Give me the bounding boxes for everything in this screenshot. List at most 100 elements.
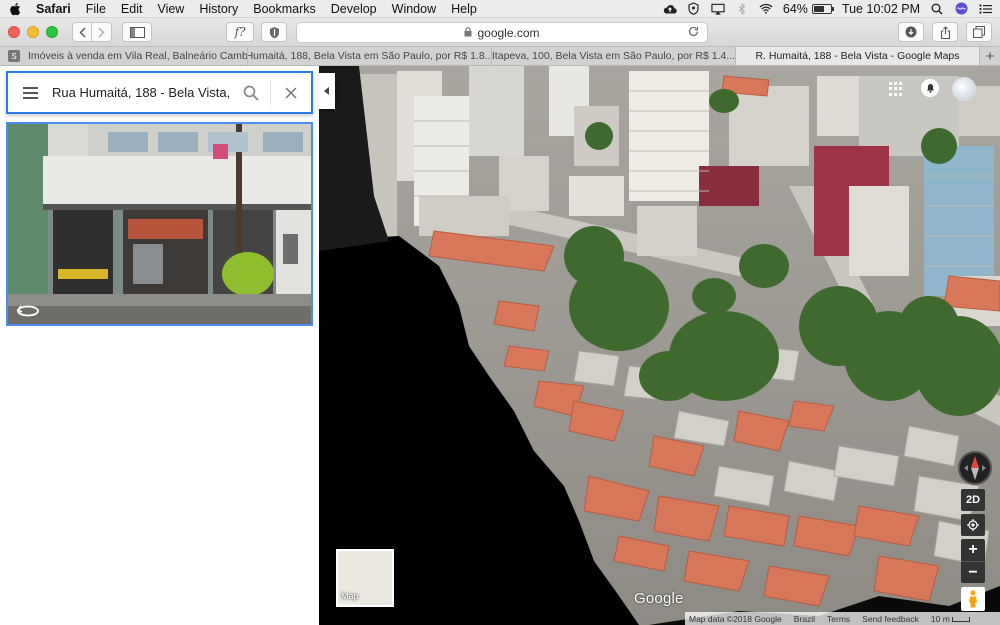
scale-indicator[interactable]: 10 m	[930, 613, 971, 624]
apple-icon[interactable]	[8, 2, 22, 16]
send-feedback-link[interactable]: Send feedback	[862, 614, 919, 624]
scale-bar	[952, 616, 971, 622]
street-view-thumbnail[interactable]	[6, 122, 313, 326]
toolbar-right-buttons	[898, 22, 992, 42]
notification-center-icon[interactable]	[978, 3, 992, 15]
address-bar[interactable]: google.com	[296, 22, 708, 43]
bluetooth-icon[interactable]	[735, 2, 749, 15]
side-panel: Rua Humaitá, 188 - Bela Vista, São	[0, 66, 319, 625]
address-text: google.com	[477, 25, 540, 40]
battery-icon	[811, 3, 834, 14]
favicon-s-icon: S	[8, 50, 20, 62]
menu-bar: Safari File Edit View History Bookmarks …	[0, 0, 1000, 18]
crosshair-icon	[967, 519, 979, 531]
notifications-button[interactable]	[921, 79, 939, 97]
toggle-2d-button[interactable]: 2D	[961, 489, 985, 511]
search-button[interactable]	[232, 73, 270, 112]
clear-search-button[interactable]	[271, 73, 311, 112]
pegman-icon	[969, 590, 977, 608]
menu-help[interactable]: Help	[451, 2, 477, 16]
menu-edit[interactable]: Edit	[121, 2, 143, 16]
menu-file[interactable]: File	[86, 2, 106, 16]
close-window-button[interactable]	[8, 26, 20, 38]
extension-button[interactable]	[261, 22, 287, 42]
tabs-icon	[973, 26, 985, 38]
street-view-pegman-button[interactable]	[961, 587, 985, 611]
aerial-3d-view	[319, 66, 1000, 625]
map-layer-switcher[interactable]: Map	[336, 549, 394, 607]
chevron-left-icon	[79, 27, 85, 37]
map-data-text: Map data ©2018 Google	[689, 613, 782, 624]
apps-grid-icon[interactable]	[889, 82, 903, 96]
downloads-button[interactable]	[898, 22, 924, 42]
search-box: Rua Humaitá, 188 - Bela Vista, São	[6, 71, 313, 114]
map-layer-label: Map	[341, 591, 359, 601]
menu-history[interactable]: History	[199, 2, 238, 16]
download-icon	[905, 26, 917, 38]
collapse-panel-button[interactable]	[319, 73, 335, 109]
chevron-right-icon	[98, 27, 105, 37]
tab-label: Humaitá, 188, Bela Vista em São Paulo, p…	[248, 50, 492, 62]
close-icon	[285, 86, 297, 99]
clock[interactable]: Tue 10:02 PM	[842, 2, 920, 16]
tab-1[interactable]: S Imóveis à venda em Vila Real, Balneári…	[0, 47, 248, 65]
shield-extension-icon	[269, 26, 279, 38]
tab-bar: S Imóveis à venda em Vila Real, Balneári…	[0, 47, 1000, 66]
status-area: 64% Tue 10:02 PM	[663, 2, 992, 16]
new-tab-button[interactable]: +	[980, 47, 1000, 65]
search-icon	[243, 85, 259, 101]
reader-button[interactable]: f?	[226, 22, 254, 42]
siri-icon[interactable]	[954, 2, 968, 15]
scale-text: 10 m	[930, 613, 950, 624]
zoom-out-button[interactable]: −	[961, 561, 985, 583]
search-input[interactable]: Rua Humaitá, 188 - Bela Vista, São	[52, 85, 232, 100]
wifi-icon[interactable]	[759, 3, 773, 15]
tab-label: R. Humaitá, 188 - Bela Vista - Google Ma…	[755, 50, 960, 62]
avatar[interactable]	[952, 77, 976, 101]
forward-button[interactable]	[92, 22, 112, 42]
search-icon[interactable]	[930, 3, 944, 15]
back-button[interactable]	[72, 22, 92, 42]
chevron-left-icon	[324, 87, 329, 95]
lock-icon	[464, 26, 472, 39]
map-attribution: Map data ©2018 Google Brazil Terms Send …	[685, 612, 1000, 625]
tab-label: Imóveis à venda em Vila Real, Balneário …	[28, 50, 248, 62]
menu-app-name[interactable]: Safari	[36, 2, 71, 16]
menu-bookmarks[interactable]: Bookmarks	[253, 2, 316, 16]
battery-level-fill	[813, 5, 825, 12]
compass-button[interactable]	[958, 451, 992, 485]
minimize-window-button[interactable]	[27, 26, 39, 38]
rotate-360-icon	[16, 302, 40, 318]
sidebar-toggle-button[interactable]	[122, 22, 152, 42]
my-location-button[interactable]	[961, 514, 985, 536]
browser-toolbar: f? google.com	[0, 18, 1000, 47]
reload-icon[interactable]	[688, 25, 699, 40]
menu-window[interactable]: Window	[392, 2, 436, 16]
google-logo: Google	[634, 590, 684, 607]
tab-2[interactable]: Humaitá, 188, Bela Vista em São Paulo, p…	[248, 47, 492, 65]
tab-3[interactable]: Itapeva, 100, Bela Vista em São Paulo, p…	[492, 47, 736, 65]
share-button[interactable]	[932, 22, 958, 42]
zoom-in-button[interactable]: +	[961, 539, 985, 561]
sidebar-icon	[129, 26, 145, 38]
navigation-buttons	[72, 22, 112, 42]
share-icon	[940, 25, 950, 39]
country-link[interactable]: Brazil	[794, 614, 815, 624]
screen-mirroring-icon[interactable]	[711, 3, 725, 15]
location-shield-icon[interactable]	[687, 2, 701, 15]
compass-needle-icon	[964, 456, 986, 480]
tab-4-active[interactable]: R. Humaitá, 188 - Bela Vista - Google Ma…	[736, 47, 980, 65]
bell-icon	[926, 84, 934, 93]
menu-view[interactable]: View	[157, 2, 184, 16]
battery-percent: 64%	[782, 1, 808, 16]
tab-overview-button[interactable]	[966, 22, 992, 42]
menu-develop[interactable]: Develop	[331, 2, 377, 16]
map-canvas[interactable]: 2D + − Map Google Map data ©2018 Google …	[319, 66, 1000, 625]
cloud-upload-icon[interactable]	[663, 3, 677, 15]
tab-label: Itapeva, 100, Bela Vista em São Paulo, p…	[492, 50, 736, 62]
menu-hamburger-icon[interactable]	[8, 73, 52, 112]
terms-link[interactable]: Terms	[827, 614, 850, 624]
battery-status[interactable]: 64%	[782, 1, 834, 16]
window-controls	[8, 26, 58, 38]
maximize-window-button[interactable]	[46, 26, 58, 38]
